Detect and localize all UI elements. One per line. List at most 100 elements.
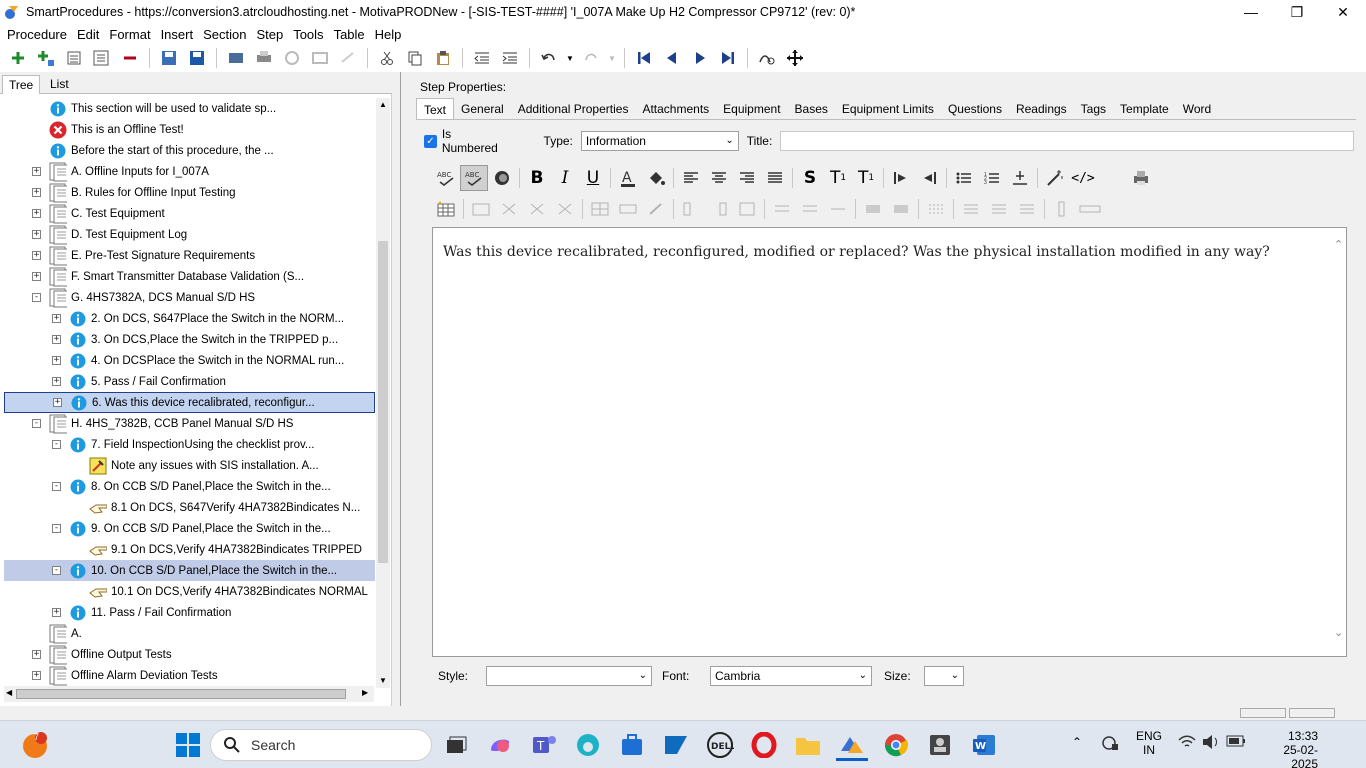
menu-step[interactable]: Step — [251, 27, 288, 42]
expand-node-icon[interactable]: + — [53, 398, 62, 407]
insert-column-left-icon[interactable] — [677, 196, 705, 222]
autocheck-icon[interactable]: ABC — [460, 165, 488, 191]
scroll-left-arrow-icon[interactable]: ◀ — [6, 688, 12, 697]
menu-format[interactable]: Format — [104, 27, 155, 42]
expand-node-icon[interactable]: + — [52, 314, 61, 323]
start-button[interactable] — [172, 729, 204, 761]
tree-item[interactable]: Before the start of this procedure, the … — [32, 140, 274, 161]
edge-icon[interactable] — [572, 729, 604, 761]
undo-icon[interactable] — [538, 47, 560, 69]
expand-node-icon[interactable]: + — [32, 209, 41, 218]
minimize-button[interactable]: — — [1228, 0, 1274, 24]
tab-readings[interactable]: Readings — [1009, 98, 1074, 119]
editor-vertical-scrollbar[interactable]: ⌃ ⌄ — [1332, 228, 1346, 656]
maximize-button[interactable]: ❐ — [1274, 0, 1320, 24]
next-icon[interactable] — [689, 47, 711, 69]
find-icon[interactable] — [756, 47, 778, 69]
tab-tags[interactable]: Tags — [1074, 98, 1113, 119]
collapse-node-icon[interactable]: - — [32, 419, 41, 428]
font-select[interactable]: Cambria ⌄ — [710, 666, 872, 686]
first-icon[interactable] — [633, 47, 655, 69]
battery-icon[interactable] — [1226, 735, 1246, 750]
tree-item[interactable]: - 8. On CCB S/D Panel,Place the Switch in… — [52, 476, 331, 497]
insert-row-above-icon[interactable] — [768, 196, 796, 222]
html-source-icon[interactable]: </> — [1069, 165, 1097, 191]
tree-item[interactable]: + F. Smart Transmitter Database Validatio… — [32, 266, 304, 287]
fill-color-icon[interactable] — [642, 165, 670, 191]
tree-item[interactable]: +6. Was this device recalibrated, reconf… — [4, 392, 375, 413]
decrease-indent-icon[interactable] — [915, 165, 943, 191]
highlight-color-icon[interactable] — [488, 165, 516, 191]
magic-wand-icon[interactable] — [1041, 165, 1069, 191]
volume-icon[interactable] — [1202, 734, 1220, 753]
power-automate-icon[interactable] — [660, 729, 692, 761]
merge-cells-icon[interactable] — [614, 196, 642, 222]
row-height-icon[interactable] — [824, 196, 852, 222]
expand-node-icon[interactable]: + — [52, 377, 61, 386]
tree-item[interactable]: + Offline Output Tests — [32, 644, 172, 665]
redo-disabled-icon[interactable] — [337, 47, 359, 69]
tree-item[interactable]: - 7. Field InspectionUsing the checklist … — [52, 434, 315, 455]
expand-node-icon[interactable]: + — [52, 608, 61, 617]
tab-general[interactable]: General — [454, 98, 511, 119]
previous-icon[interactable] — [661, 47, 683, 69]
scroll-down-arrow-icon[interactable]: ▼ — [379, 676, 387, 685]
collapse-icon[interactable] — [63, 47, 85, 69]
insert-column-right-icon[interactable] — [705, 196, 733, 222]
redo-icon[interactable] — [580, 47, 602, 69]
menu-tools[interactable]: Tools — [288, 27, 328, 42]
tree-item[interactable]: + B. Rules for Offline Input Testing — [32, 182, 236, 203]
tree-item[interactable]: + A. Offline Inputs for I_007A — [32, 161, 209, 182]
tree-item[interactable]: +4. On DCSPlace the Switch in the NORMAL… — [52, 350, 344, 371]
tree-item[interactable]: 10.1 On DCS,Verify 4HA7382Bindicates NOR… — [72, 581, 368, 602]
save-icon[interactable] — [186, 47, 208, 69]
tree-item[interactable]: +3. On DCS,Place the Switch in the TRIPP… — [52, 329, 338, 350]
add-child-icon[interactable] — [35, 47, 57, 69]
editor-scroll-up-icon[interactable]: ⌃ — [1334, 238, 1343, 251]
text-field-icon[interactable] — [1076, 196, 1104, 222]
tab-questions[interactable]: Questions — [941, 98, 1009, 119]
collapse-node-icon[interactable]: - — [32, 293, 41, 302]
indent-icon[interactable] — [499, 47, 521, 69]
step-text-editor[interactable]: Was this device recalibrated, reconfigur… — [432, 227, 1347, 657]
font-color-icon[interactable]: A — [614, 165, 642, 191]
tree-horizontal-scrollbar[interactable]: ◀ ▶ — [4, 686, 374, 702]
tree-item[interactable]: +5. Pass / Fail Confirmation — [52, 371, 226, 392]
expand-node-icon[interactable]: + — [32, 230, 41, 239]
subscript-icon[interactable]: T1 — [852, 165, 880, 191]
size-select[interactable]: ⌄ — [924, 666, 964, 686]
move-icon[interactable] — [784, 47, 806, 69]
expand-node-icon[interactable]: + — [52, 356, 61, 365]
tree-item[interactable]: A. — [32, 623, 82, 644]
tree-item[interactable]: This is an Offline Test! — [32, 119, 184, 140]
tree-item[interactable]: + Offline Alarm Deviation Tests — [32, 665, 218, 686]
export-icon[interactable] — [225, 47, 247, 69]
style-select[interactable]: ⌄ — [486, 666, 652, 686]
language-indicator[interactable]: ENG IN — [1136, 729, 1162, 757]
tree-item[interactable]: 8.1 On DCS, S647Verify 4HA7382Bindicates… — [72, 497, 360, 518]
column-width-icon[interactable] — [733, 196, 761, 222]
split-cells-icon[interactable] — [642, 196, 670, 222]
smartprocedures-taskbar-icon[interactable] — [836, 729, 868, 761]
cut-icon[interactable] — [376, 47, 398, 69]
clock[interactable]: 13:33 25-02-2025 — [1258, 729, 1318, 768]
tree-item[interactable]: - 10. On CCB S/D Panel,Place the Switch i… — [4, 560, 375, 581]
tab-word[interactable]: Word — [1176, 98, 1218, 119]
align-center-icon[interactable] — [705, 165, 733, 191]
delete-row-icon[interactable] — [523, 196, 551, 222]
tab-attachments[interactable]: Attachments — [635, 98, 716, 119]
title-input[interactable] — [780, 131, 1354, 151]
tab-additional-properties[interactable]: Additional Properties — [511, 98, 636, 119]
teams-icon[interactable]: T — [528, 729, 560, 761]
table-properties-icon[interactable] — [467, 196, 495, 222]
align-right-icon[interactable] — [733, 165, 761, 191]
expand-icon[interactable] — [91, 47, 113, 69]
copilot-icon[interactable] — [484, 729, 516, 761]
taskbar-search[interactable]: Search — [210, 729, 432, 761]
tab-equipment[interactable]: Equipment — [716, 98, 787, 119]
input-field-icon[interactable] — [1048, 196, 1076, 222]
tab-template[interactable]: Template — [1113, 98, 1176, 119]
editor-scroll-down-icon[interactable]: ⌄ — [1334, 626, 1343, 639]
expand-node-icon[interactable]: + — [32, 650, 41, 659]
opera-icon[interactable] — [748, 729, 780, 761]
